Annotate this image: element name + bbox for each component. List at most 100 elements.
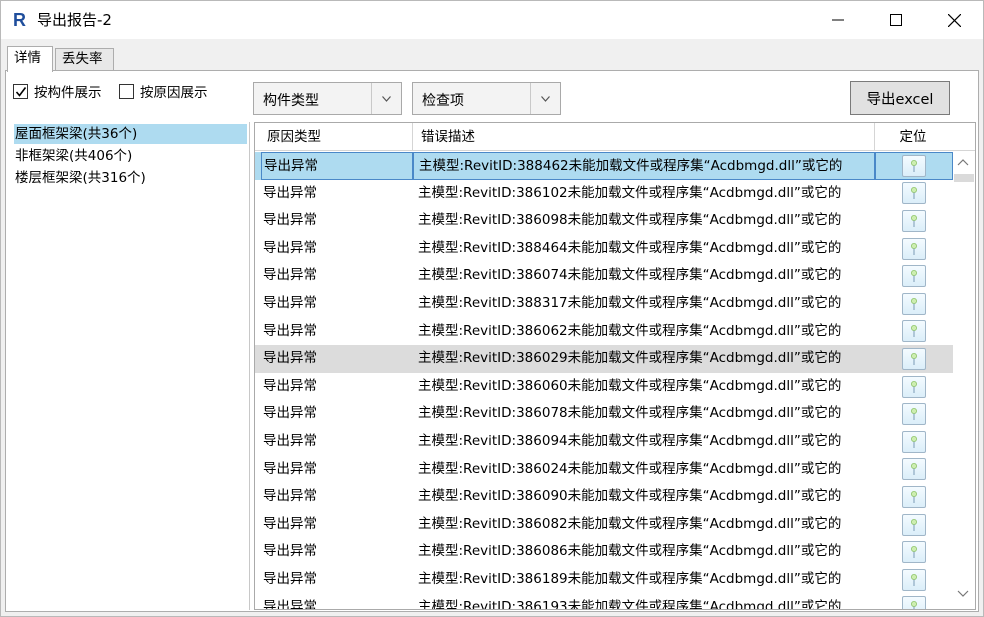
reason-cell[interactable]: 导出异常 <box>261 207 413 235</box>
description-cell[interactable]: 主模型:RevitID:386094未能加载文件或程序集“Acdbmgd.dll… <box>413 428 875 456</box>
reason-cell[interactable]: 导出异常 <box>261 456 413 484</box>
table-row[interactable]: 导出异常 主模型:RevitID:386189未能加载文件或程序集“Acdbmgd… <box>255 566 953 594</box>
error-grid: 原因类型 错误描述 定位 导出异常 主模型:RevitID:388462未能加载文… <box>254 122 976 610</box>
column-header-reason[interactable]: 原因类型 <box>255 123 413 151</box>
table-row[interactable]: 导出异常 主模型:RevitID:386062未能加载文件或程序集“Acdbmgd… <box>255 318 953 346</box>
column-header-locate[interactable]: 定位 <box>875 123 951 151</box>
reason-cell[interactable]: 导出异常 <box>261 483 413 511</box>
locate-button[interactable] <box>902 209 926 232</box>
description-cell[interactable]: 主模型:RevitID:386102未能加载文件或程序集“Acdbmgd.dll… <box>413 180 875 208</box>
description-cell[interactable]: 主模型:RevitID:388462未能加载文件或程序集“Acdbmgd.dll… <box>413 152 875 180</box>
locate-button[interactable] <box>902 596 926 609</box>
export-excel-button[interactable]: 导出excel <box>850 81 950 115</box>
reason-cell[interactable]: 导出异常 <box>261 594 413 609</box>
description-cell[interactable]: 主模型:RevitID:386074未能加载文件或程序集“Acdbmgd.dll… <box>413 262 875 290</box>
maximize-button[interactable] <box>871 1 921 39</box>
tab-details[interactable]: 详情 <box>7 46 53 72</box>
reason-cell[interactable]: 导出异常 <box>261 511 413 539</box>
scroll-thumb[interactable] <box>954 174 974 182</box>
locate-button[interactable] <box>902 485 926 508</box>
reason-cell[interactable]: 导出异常 <box>261 318 413 346</box>
by-reason-checkbox[interactable]: 按原因展示 <box>119 81 208 101</box>
locate-button[interactable] <box>902 403 926 426</box>
reason-cell[interactable]: 导出异常 <box>261 290 413 318</box>
tree-item-non-frame-beam[interactable]: 非框架梁(共406个) <box>14 146 133 166</box>
scroll-down-icon[interactable] <box>957 590 969 598</box>
dropdown-arrow[interactable] <box>530 83 560 114</box>
vertical-scrollbar[interactable] <box>953 152 975 609</box>
description-cell[interactable]: 主模型:RevitID:386029未能加载文件或程序集“Acdbmgd.dll… <box>413 345 875 373</box>
reason-cell[interactable]: 导出异常 <box>261 428 413 456</box>
locate-button[interactable] <box>902 541 926 564</box>
locate-button[interactable] <box>902 513 926 536</box>
scroll-up-icon[interactable] <box>957 158 969 166</box>
locate-button[interactable] <box>902 320 926 343</box>
table-row[interactable]: 导出异常 主模型:RevitID:386102未能加载文件或程序集“Acdbmgd… <box>255 180 953 208</box>
description-cell[interactable]: 主模型:RevitID:386062未能加载文件或程序集“Acdbmgd.dll… <box>413 318 875 346</box>
description-cell[interactable]: 主模型:RevitID:386024未能加载文件或程序集“Acdbmgd.dll… <box>413 456 875 484</box>
description-cell[interactable]: 主模型:RevitID:386098未能加载文件或程序集“Acdbmgd.dll… <box>413 207 875 235</box>
pin-icon <box>911 601 917 609</box>
dropdown-arrow[interactable] <box>371 83 401 114</box>
locate-button[interactable] <box>902 154 926 177</box>
reason-cell[interactable]: 导出异常 <box>261 538 413 566</box>
table-row[interactable]: 导出异常 主模型:RevitID:386094未能加载文件或程序集“Acdbmgd… <box>255 428 953 456</box>
locate-button[interactable] <box>902 237 926 260</box>
locate-button[interactable] <box>902 375 926 398</box>
description-cell[interactable]: 主模型:RevitID:388464未能加载文件或程序集“Acdbmgd.dll… <box>413 235 875 263</box>
description-cell[interactable]: 主模型:RevitID:386189未能加载文件或程序集“Acdbmgd.dll… <box>413 566 875 594</box>
locate-button[interactable] <box>902 292 926 315</box>
checkbox-box[interactable] <box>119 83 134 99</box>
description-cell[interactable]: 主模型:RevitID:386086未能加载文件或程序集“Acdbmgd.dll… <box>413 538 875 566</box>
close-button[interactable] <box>929 1 979 39</box>
reason-cell[interactable]: 导出异常 <box>261 180 413 208</box>
locate-button[interactable] <box>902 458 926 481</box>
reason-cell[interactable]: 导出异常 <box>261 400 413 428</box>
table-row[interactable]: 导出异常 主模型:RevitID:388462未能加载文件或程序集“Acdbmgd… <box>255 152 953 180</box>
locate-button[interactable] <box>902 430 926 453</box>
table-row[interactable]: 导出异常 主模型:RevitID:386060未能加载文件或程序集“Acdbmgd… <box>255 373 953 401</box>
locate-button[interactable] <box>902 347 926 370</box>
table-row[interactable]: 导出异常 主模型:RevitID:386024未能加载文件或程序集“Acdbmgd… <box>255 456 953 484</box>
reason-cell[interactable]: 导出异常 <box>261 373 413 401</box>
tab-loss-rate[interactable]: 丢失率 <box>55 48 114 71</box>
table-row[interactable]: 导出异常 主模型:RevitID:388464未能加载文件或程序集“Acdbmgd… <box>255 235 953 263</box>
reason-cell[interactable]: 导出异常 <box>261 345 413 373</box>
table-row[interactable]: 导出异常 主模型:RevitID:386086未能加载文件或程序集“Acdbmgd… <box>255 538 953 566</box>
column-header-description[interactable]: 错误描述 <box>413 123 875 151</box>
tree-item-roof-frame-beam[interactable]: 屋面框架梁(共36个) <box>14 124 247 144</box>
reason-cell[interactable]: 导出异常 <box>261 262 413 290</box>
reason-cell[interactable]: 导出异常 <box>261 235 413 263</box>
description-cell[interactable]: 主模型:RevitID:386060未能加载文件或程序集“Acdbmgd.dll… <box>413 373 875 401</box>
reason-cell[interactable]: 导出异常 <box>261 152 413 180</box>
locate-cell <box>875 538 953 566</box>
locate-cell <box>875 594 953 609</box>
table-row[interactable]: 导出异常 主模型:RevitID:386090未能加载文件或程序集“Acdbmgd… <box>255 483 953 511</box>
pin-icon <box>911 573 917 586</box>
locate-button[interactable] <box>902 568 926 591</box>
by-component-checkbox[interactable]: 按构件展示 <box>13 81 102 101</box>
table-row[interactable]: 导出异常 主模型:RevitID:386193未能加载文件或程序集“Acdbmgd… <box>255 594 953 609</box>
description-cell[interactable]: 主模型:RevitID:386193未能加载文件或程序集“Acdbmgd.dll… <box>413 594 875 609</box>
locate-button[interactable] <box>902 265 926 288</box>
component-type-dropdown[interactable]: 构件类型 <box>253 82 402 115</box>
description-cell[interactable]: 主模型:RevitID:386090未能加载文件或程序集“Acdbmgd.dll… <box>413 483 875 511</box>
description-cell[interactable]: 主模型:RevitID:386082未能加载文件或程序集“Acdbmgd.dll… <box>413 511 875 539</box>
description-cell[interactable]: 主模型:RevitID:388317未能加载文件或程序集“Acdbmgd.dll… <box>413 290 875 318</box>
table-row[interactable]: 导出异常 主模型:RevitID:388317未能加载文件或程序集“Acdbmgd… <box>255 290 953 318</box>
table-row[interactable]: 导出异常 主模型:RevitID:386098未能加载文件或程序集“Acdbmgd… <box>255 207 953 235</box>
table-row[interactable]: 导出异常 主模型:RevitID:386078未能加载文件或程序集“Acdbmgd… <box>255 400 953 428</box>
minimize-button[interactable] <box>813 1 863 39</box>
table-row[interactable]: 导出异常 主模型:RevitID:386082未能加载文件或程序集“Acdbmgd… <box>255 511 953 539</box>
checkbox-box[interactable] <box>13 83 28 99</box>
description-cell[interactable]: 主模型:RevitID:386078未能加载文件或程序集“Acdbmgd.dll… <box>413 400 875 428</box>
pin-icon <box>911 463 917 476</box>
table-row[interactable]: 导出异常 主模型:RevitID:386074未能加载文件或程序集“Acdbmgd… <box>255 262 953 290</box>
locate-button[interactable] <box>902 182 926 205</box>
tree-item-floor-frame-beam[interactable]: 楼层框架梁(共316个) <box>14 168 147 188</box>
pin-icon <box>911 159 917 172</box>
title-bar[interactable]: R 导出报告-2 <box>1 1 983 39</box>
table-row[interactable]: 导出异常 主模型:RevitID:386029未能加载文件或程序集“Acdbmgd… <box>255 345 953 373</box>
reason-cell[interactable]: 导出异常 <box>261 566 413 594</box>
check-item-dropdown[interactable]: 检查项 <box>412 82 561 115</box>
